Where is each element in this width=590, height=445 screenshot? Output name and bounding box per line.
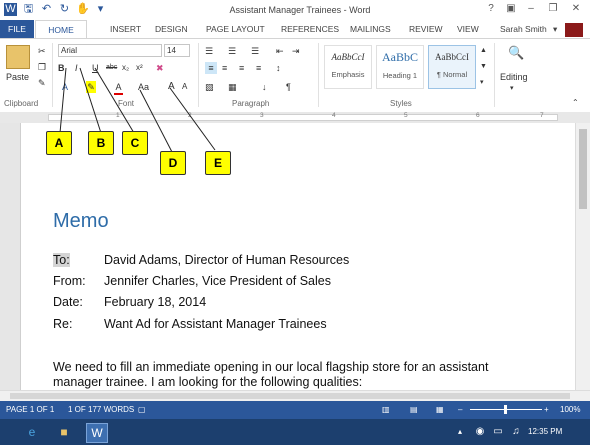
zoom-level[interactable]: 100% bbox=[560, 405, 580, 414]
zoom-in-button[interactable]: + bbox=[544, 405, 549, 414]
read-mode-icon[interactable]: ▥ bbox=[382, 405, 390, 414]
callout-line-e bbox=[169, 87, 216, 151]
callout-line-b bbox=[79, 67, 102, 134]
clock[interactable]: 12:35 PM bbox=[528, 427, 562, 436]
display-icon[interactable]: ▭ bbox=[488, 423, 508, 441]
web-layout-icon[interactable]: ▦ bbox=[436, 405, 444, 414]
callout-lines bbox=[59, 67, 216, 153]
callout-e: E bbox=[205, 151, 231, 175]
word-taskbar-icon[interactable]: W bbox=[86, 423, 108, 443]
page-count[interactable]: PAGE 1 OF 1 bbox=[6, 405, 54, 414]
callout-line-a bbox=[59, 67, 67, 134]
callout-c: C bbox=[122, 131, 148, 155]
print-layout-icon[interactable]: ▤ bbox=[410, 405, 418, 414]
callout-d: D bbox=[160, 151, 186, 175]
callout-a: A bbox=[46, 131, 72, 155]
zoom-out-button[interactable]: – bbox=[458, 405, 462, 414]
proofing-icon[interactable]: ▢ bbox=[138, 405, 146, 414]
zoom-slider-handle[interactable] bbox=[504, 405, 507, 414]
status-bar: PAGE 1 OF 1 1 OF 177 WORDS ▢ ▥ ▤ ▦ – + 1… bbox=[0, 401, 590, 419]
taskbar: e ■ W ▴ ◉ ▭ ♫ 12:35 PM bbox=[0, 419, 590, 445]
network-icon[interactable]: ◉ bbox=[470, 423, 490, 441]
callout-b: B bbox=[88, 131, 114, 155]
internet-explorer-icon[interactable]: e bbox=[22, 423, 42, 441]
volume-icon[interactable]: ♫ bbox=[506, 423, 526, 441]
file-explorer-icon[interactable]: ■ bbox=[54, 423, 74, 441]
callout-line-c bbox=[94, 67, 135, 134]
tray-expand-icon[interactable]: ▴ bbox=[450, 423, 470, 441]
word-count[interactable]: 1 OF 177 WORDS bbox=[68, 405, 134, 414]
